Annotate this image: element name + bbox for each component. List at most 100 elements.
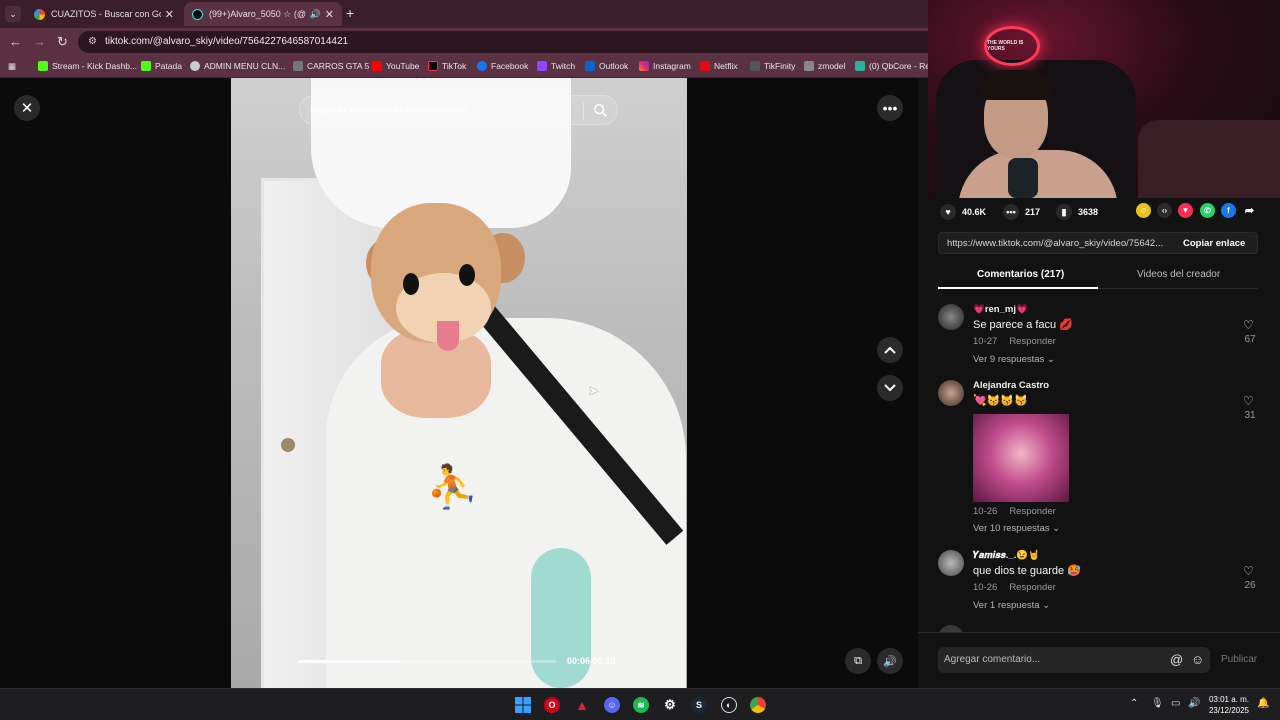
bookmark-outlook[interactable]: Outlook <box>585 61 628 71</box>
avatar[interactable] <box>938 550 964 576</box>
jumpman-logo: ⛹ <box>426 463 479 510</box>
emoji-icon[interactable]: ☺ <box>1191 652 1204 667</box>
bookmark-admin-menu[interactable]: ADMIN MENU CLN... <box>190 61 285 71</box>
forward-button[interactable]: → <box>33 34 46 49</box>
close-tab-icon[interactable]: ✕ <box>325 8 334 21</box>
avatar[interactable] <box>938 625 964 632</box>
bookmark-kick[interactable]: Stream - Kick Dashb... <box>38 61 137 71</box>
windows-start-icon[interactable] <box>515 697 531 713</box>
reply-button[interactable]: Responder <box>1009 582 1055 593</box>
reload-button[interactable]: ↻ <box>57 34 68 50</box>
bookmark-label: YouTube <box>386 61 420 71</box>
discord-icon[interactable]: ☺ <box>604 697 620 713</box>
share-arrow-icon[interactable]: ➦ <box>1242 203 1257 218</box>
mute-tab-icon[interactable]: 🔊 <box>310 9 321 20</box>
close-tab-icon[interactable]: ✕ <box>165 8 174 21</box>
bookmark-netflix[interactable]: Netflix <box>700 61 738 71</box>
comment-text: 💘😽😽😽 <box>973 395 1028 407</box>
volume-button[interactable]: 🔊 <box>877 648 903 674</box>
steam-icon[interactable]: S <box>691 697 707 713</box>
bookmark-label: ADMIN MENU CLN... <box>204 61 286 71</box>
previous-video-button[interactable] <box>877 337 903 363</box>
comment-item: Alejandra Castro 💘😽😽😽 ♡ 31 10-26 Responde… <box>918 378 1280 538</box>
more-options-button[interactable]: ••• <box>877 95 903 121</box>
bookmark-patada[interactable]: Patada <box>141 61 182 71</box>
avatar[interactable] <box>938 304 964 330</box>
comment-composer[interactable]: Agregar comentario... @ ☺ <box>938 647 1210 673</box>
bookmark-facebook[interactable]: Facebook <box>477 61 528 71</box>
next-video-button[interactable] <box>877 375 903 401</box>
view-replies-button[interactable]: Ver 1 respuesta ⌄ <box>973 600 1050 611</box>
bookmark-carros[interactable]: CARROS GTA 5 <box>293 61 369 71</box>
notifications-icon[interactable]: 🔔 <box>1257 698 1269 709</box>
comment-bubble-icon: ••• <box>1003 204 1019 220</box>
comment-text: Se parece a facu 💋 <box>973 319 1073 331</box>
comment-button[interactable]: ••• 217 <box>1003 204 1040 220</box>
view-replies-button[interactable]: Ver 10 respuestas ⌄ <box>973 523 1060 534</box>
comment-image[interactable] <box>973 414 1069 502</box>
coin-icon[interactable]: ☺ <box>1136 203 1151 218</box>
bookmark-qbcore[interactable]: (0) QbCore - Res <box>855 61 934 71</box>
network-icon[interactable]: ▭ <box>1171 698 1180 709</box>
tab-creator-videos[interactable]: Videos del creador <box>1137 269 1220 280</box>
reply-button[interactable]: Responder <box>1009 336 1055 347</box>
bookmark-zmodel[interactable]: zmodel <box>804 61 845 71</box>
spotify-icon[interactable]: ≋ <box>633 697 649 713</box>
volume-tray-icon[interactable]: 🔊 <box>1188 698 1200 709</box>
save-button[interactable]: ▮ 3638 <box>1056 204 1098 220</box>
site-info-icon[interactable]: ⚙ <box>88 36 97 47</box>
clock-time: 03:01 a. m. <box>1208 695 1250 704</box>
back-button[interactable]: ← <box>9 34 22 49</box>
send-to-friends-icon[interactable]: ▼ <box>1178 203 1193 218</box>
comment-like-icon[interactable]: ♡ <box>1243 318 1254 332</box>
microphone-icon[interactable]: 🎙 <box>1151 698 1164 709</box>
new-tab-button[interactable]: + <box>346 5 354 21</box>
arc-icon[interactable]: ▲ <box>574 697 590 713</box>
like-button[interactable]: ♥ 40.6K <box>940 204 986 220</box>
reply-button[interactable]: Responder <box>1009 506 1055 517</box>
video-progress-bar[interactable] <box>298 660 556 663</box>
bookmark-label: Outlook <box>599 61 629 71</box>
opera-gx-icon[interactable]: O <box>544 697 560 713</box>
avatar[interactable] <box>938 380 964 406</box>
search-icon[interactable] <box>593 103 607 117</box>
bookmark-tiktok[interactable]: TikTok <box>428 61 466 71</box>
close-video-button[interactable]: ✕ <box>14 95 40 121</box>
facebook-icon <box>477 61 487 71</box>
bookmark-twitch[interactable]: Twitch <box>537 61 575 71</box>
mention-icon[interactable]: @ <box>1170 652 1183 667</box>
omnibox[interactable]: ⚙ tiktok.com/@alvaro_skiy/video/75642276… <box>78 31 978 53</box>
copy-link-button[interactable]: Copiar enlace <box>1183 238 1245 249</box>
tab-title: (99+)Alvaro_5050 ☆ (@alv <box>209 8 306 19</box>
chrome-icon[interactable] <box>750 697 766 713</box>
bookmark-tikfinity[interactable]: TikFinity <box>750 61 795 71</box>
bookmark-youtube[interactable]: YouTube <box>372 61 419 71</box>
comments-list: 💗ren_mj💗 Se parece a facu 💋 10-27 Respond… <box>918 292 1280 632</box>
publish-button[interactable]: Publicar <box>1221 654 1257 665</box>
whatsapp-icon[interactable]: ✆ <box>1200 203 1215 218</box>
video-player[interactable]: ⛹ <box>231 78 687 688</box>
share-link-text[interactable]: https://www.tiktok.com/@alvaro_skiy/vide… <box>947 238 1169 249</box>
apps-icon[interactable]: ▦ <box>8 61 16 72</box>
tab-comments[interactable]: Comentarios (217) <box>977 269 1064 280</box>
facebook-share-icon[interactable]: f <box>1221 203 1236 218</box>
picture-in-picture-button[interactable]: ⧉ <box>845 648 871 674</box>
system-clock[interactable]: 03:01 a. m. 23/12/2025 <box>1206 694 1252 716</box>
tab-search-icon[interactable]: ⌄ <box>5 6 21 22</box>
bookmark-label: Instagram <box>653 61 691 71</box>
comment-username[interactable]: 𝒀𝒂𝒎𝒊𝒔𝒔._.😉🤘 <box>973 550 1040 561</box>
tab-google[interactable]: CUAZITOS - Buscar con Google ✕ <box>26 2 182 26</box>
obs-icon[interactable]: ◐ <box>721 697 737 713</box>
steelseries-icon[interactable]: ⚙ <box>662 697 678 713</box>
bookmark-instagram[interactable]: Instagram <box>639 61 691 71</box>
comment-like-icon[interactable]: ♡ <box>1243 564 1254 578</box>
tray-overflow-icon[interactable]: ⌃ <box>1130 698 1138 709</box>
embed-icon[interactable]: ‹› <box>1157 203 1172 218</box>
chevron-down-icon <box>884 384 896 392</box>
view-replies-button[interactable]: Ver 9 respuestas ⌄ <box>973 354 1055 365</box>
comment-username[interactable]: 💗ren_mj💗 <box>973 304 1028 315</box>
tab-tiktok[interactable]: (99+)Alvaro_5050 ☆ (@alv 🔊 ✕ <box>184 2 342 26</box>
comment-like-icon[interactable]: ♡ <box>1243 394 1254 408</box>
related-search-bar[interactable]: Buscar contenido relacionado <box>299 95 618 125</box>
comment-username[interactable]: Alejandra Castro <box>973 380 1049 391</box>
